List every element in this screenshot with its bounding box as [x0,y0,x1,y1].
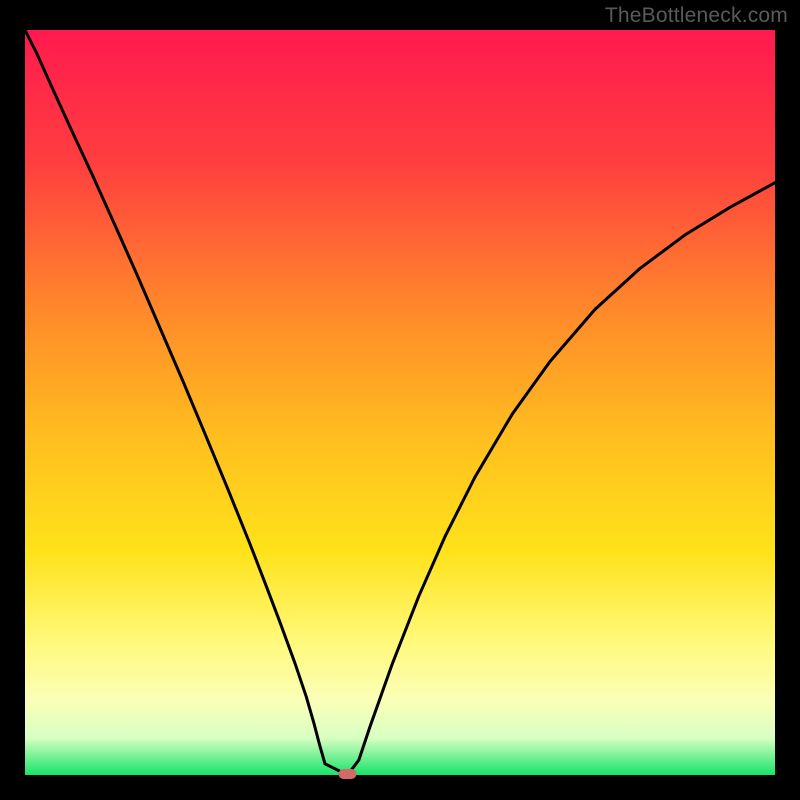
watermark-label: TheBottleneck.com [605,4,788,28]
chart-root: TheBottleneck.com [0,0,800,800]
bottleneck-plot [0,0,800,800]
optimum-marker [339,769,357,779]
gradient-panel [25,30,775,775]
